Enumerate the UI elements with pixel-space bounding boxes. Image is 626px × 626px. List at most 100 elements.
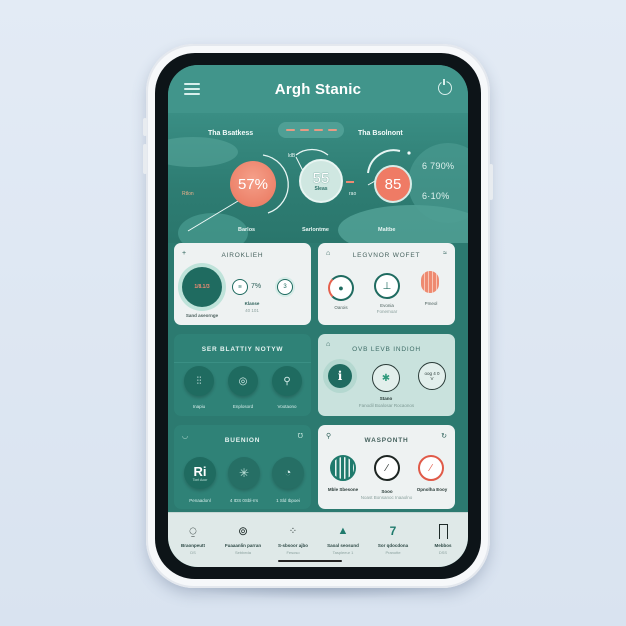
item-sub: Fonemoar: [376, 309, 398, 314]
nav-item-5[interactable]: Mebbos DSS: [418, 513, 468, 565]
item-label: Enplosord: [232, 404, 254, 409]
location-pin-icon: ⍜: [189, 523, 197, 538]
sliders-icon[interactable]: ⫶⫶: [184, 366, 214, 396]
door-icon: [433, 522, 453, 540]
item-label: 1 Sld Ibpoei: [276, 498, 300, 503]
item-label: Evonia: [380, 303, 394, 308]
leaf-hat-icon: ▲: [337, 525, 349, 537]
phone-frame: Argh Stanic Tha Bsatkess Tha Bsolnont Rt…: [143, 44, 493, 588]
bomb-icon[interactable]: ◔: [272, 457, 304, 489]
mid-label: Klanse: [244, 301, 260, 306]
gauge-tag: ldB: [288, 153, 296, 159]
item-label: Inapiu: [192, 404, 206, 409]
mid-label: Stano: [379, 396, 393, 401]
item-label: Pmeol: [424, 301, 438, 306]
readout-dial[interactable]: oog 4 0 V: [418, 362, 446, 390]
home-indicator[interactable]: [278, 560, 342, 562]
stat-value: 6 790%: [422, 161, 455, 171]
drop-gauge-icon[interactable]: ●: [328, 275, 354, 301]
radiator-icon[interactable]: [330, 455, 356, 481]
nav-sub: DS: [190, 550, 196, 555]
power-icon[interactable]: [438, 79, 452, 95]
nav-label: Mebbos: [434, 543, 452, 548]
card-title: BUENION: [224, 437, 261, 444]
humidity-icon[interactable]: ≋: [232, 279, 248, 295]
mid-sub: 40 101: [245, 308, 259, 313]
item-label: Penaadonl: [189, 498, 211, 503]
divider: [174, 362, 311, 363]
card-title: WASPONTH: [364, 437, 409, 444]
main-dial-value: 1/8.1/3: [194, 284, 210, 290]
nav-label: Fuaaanlin parran: [224, 543, 262, 548]
app-screen: Argh Stanic Tha Bsatkess Tha Bsolnont Rt…: [168, 65, 468, 567]
key-icon[interactable]: ⚲: [272, 366, 302, 396]
card-battery[interactable]: SER BLATTIY NOTYW ⫶⫶ Inapiu ◎ Enplosord …: [174, 334, 311, 416]
compass-dial-icon[interactable]: ✱: [372, 364, 400, 392]
nav-item-4[interactable]: 7 Sor qdocdona Pranotte: [368, 513, 418, 565]
card-legvnor[interactable]: ⌂ LEGVNOR WOFET ≈ ● Oarois ⊥ Evonia Fone…: [318, 243, 455, 325]
gauge-arc: [295, 148, 329, 156]
card-level-indicator[interactable]: ⌂ OVB LEVB INDIOH i ✱ Stano Fanodil Boal…: [318, 334, 455, 416]
mid-value: 7%: [251, 283, 262, 290]
gauge-tag: rao: [349, 191, 357, 197]
side-button: [143, 118, 147, 136]
refresh-icon[interactable]: ↻: [441, 432, 447, 440]
item-label: Vootaono: [277, 404, 297, 409]
sparkle-chart-icon: ⁘: [288, 525, 298, 537]
nav-label: Braonpeutt: [181, 543, 205, 548]
nav-label: S-sbsoor ajbo: [277, 543, 308, 548]
nav-item-1[interactable]: ⊚ Fuaaanlin parran Sebbeda: [218, 513, 268, 565]
nav-item-2[interactable]: ⁘ S-sbsoor ajbo Fesoso: [268, 513, 318, 565]
main-dial-caption: Sand aseornge: [185, 313, 219, 318]
nav-sub: Pranotte: [385, 550, 401, 555]
side-button: [143, 144, 147, 174]
red-dial-icon[interactable]: ∕: [418, 455, 444, 481]
gauge-caption: Sarlontme: [302, 227, 329, 233]
nav-item-3[interactable]: ▲ Saoal seosund Taspleeur 1: [318, 513, 368, 565]
item-label: Opnolha Eooy: [416, 487, 448, 492]
item-label: 4 IDS 0Sbl-rrs: [229, 498, 259, 503]
thermometer-dial-icon[interactable]: ⊥: [374, 273, 400, 299]
indicator-dot: [407, 151, 411, 155]
app-title: Argh Stanic: [274, 80, 362, 98]
side-button: [489, 164, 493, 200]
phone-bezel: Argh Stanic Tha Bsatkess Tha Bsolnont Rt…: [155, 53, 481, 579]
item-label: Oarois: [334, 305, 348, 310]
card-title: OVB LEVB INDIOH: [352, 346, 421, 353]
card-title: SER BLATTIY NOTYW: [201, 346, 284, 353]
nav-sub: Fesoso: [286, 550, 300, 555]
stat-value: 6·10%: [422, 191, 450, 201]
item-label: Mble Sbesone: [327, 487, 359, 492]
card-title: AIROKLIEH: [221, 252, 264, 259]
sensor-icon[interactable]: ◎: [228, 366, 258, 396]
gauge-caption: Barlos: [238, 227, 256, 233]
gauge-percent[interactable]: 57%: [230, 161, 276, 207]
indicator-bar: [346, 181, 354, 183]
gauge-level[interactable]: 55 Sleas: [299, 159, 343, 203]
wifi-icon[interactable]: ≈: [443, 250, 447, 257]
nav-sub: Taspleeur 1: [332, 550, 354, 555]
camera-icon: ⊚: [237, 524, 249, 538]
info-icon[interactable]: i: [328, 364, 352, 388]
nav-sub: DSS: [438, 550, 448, 555]
ri-badge[interactable]: Ri Tont Aoor: [184, 457, 216, 489]
leaf-icon[interactable]: ℧: [298, 432, 303, 440]
main-dial[interactable]: 1/8.1/3: [182, 267, 222, 307]
card-wasponth[interactable]: ⚲ WASPONTH ↻ Mble Sbesone ∕ Sooo ∕ Opnol…: [318, 425, 455, 509]
small-dial[interactable]: 3: [277, 279, 293, 295]
card-buenion[interactable]: ◡ BUENION ℧ Ri Tont Aoor Penaadonl ✳ 4 I…: [174, 425, 311, 509]
nav-sub: Sebbeda: [234, 550, 251, 555]
heater-dial-icon[interactable]: [421, 271, 439, 293]
dial-icon[interactable]: ∕: [374, 455, 400, 481]
nav-label: Sor qdocdona: [377, 543, 409, 548]
card-airokleh[interactable]: + AIROKLIEH 1/8.1/3 Sand aseornge ≋ 7% K…: [174, 243, 311, 325]
hamburger-menu-icon[interactable]: [184, 83, 200, 95]
sun-burst-icon[interactable]: ✳: [228, 457, 260, 489]
nav-item-0[interactable]: ⍜ Braonpeutt DS: [168, 513, 218, 565]
gauge-caption: Maltbe: [378, 227, 396, 233]
gauge-value[interactable]: 85: [374, 165, 412, 203]
item-label: Sooo: [381, 489, 393, 494]
nav-label: Saoal seosund: [327, 543, 359, 548]
app-header: Argh Stanic: [168, 65, 468, 113]
sub-text: Fanodil Boalosar Rocaonos: [358, 403, 415, 408]
